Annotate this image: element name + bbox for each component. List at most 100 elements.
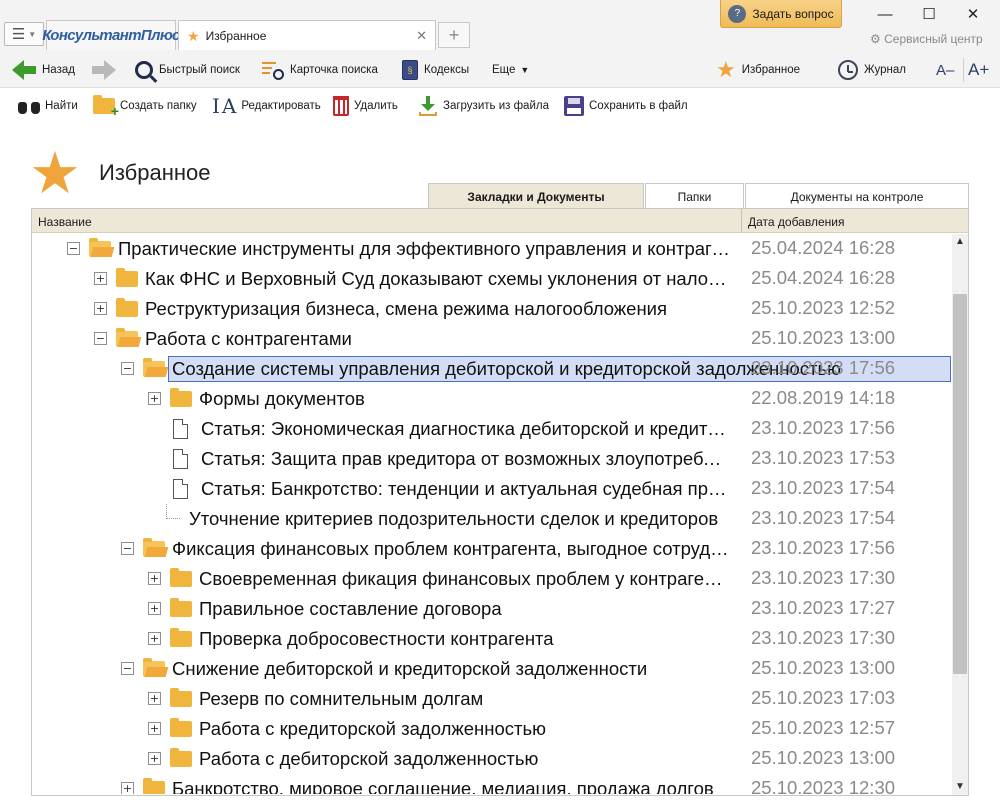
table-row[interactable]: − Снижение дебиторской и кредиторской зад… bbox=[32, 654, 952, 684]
table-row[interactable]: + Как ФНС и Верховный Суд доказывают схем… bbox=[32, 264, 952, 294]
table-row[interactable]: Статья: Экономическая диагностика дебито… bbox=[32, 414, 952, 444]
scroll-down-icon[interactable]: ▼ bbox=[952, 779, 968, 795]
collapse-icon[interactable]: − bbox=[121, 662, 134, 675]
tab-documents-on-control[interactable]: Документы на контроле bbox=[745, 183, 969, 210]
row-name[interactable]: Формы документов bbox=[195, 386, 736, 412]
row-name[interactable]: Правильное составление договора bbox=[195, 596, 736, 622]
table-row[interactable]: − Фиксация финансовых проблем контрагента… bbox=[32, 534, 952, 564]
collapse-icon[interactable]: − bbox=[67, 242, 80, 255]
font-decrease-button[interactable]: A– bbox=[936, 58, 954, 82]
collapse-icon[interactable]: − bbox=[121, 542, 134, 555]
new-tab-button[interactable]: + bbox=[438, 22, 470, 48]
collapse-icon[interactable]: − bbox=[94, 332, 107, 345]
table-row[interactable]: Статья: Банкротство: тенденции и актуаль… bbox=[32, 474, 952, 504]
create-folder-button[interactable]: + Создать папку bbox=[93, 94, 197, 118]
row-date: 25.10.2023 12:52 bbox=[751, 297, 896, 318]
action-toolbar: Найти + Создать папку I A Редактировать … bbox=[0, 88, 1000, 124]
expand-icon[interactable]: + bbox=[148, 572, 161, 585]
row-date: 25.04.2024 16:28 bbox=[751, 237, 896, 258]
row-name[interactable]: Работа с кредиторской задолженностью bbox=[195, 716, 736, 742]
table-row[interactable]: + Проверка добросовестности контрагента 23… bbox=[32, 624, 952, 654]
row-name[interactable]: Проверка добросовестности контрагента bbox=[195, 626, 736, 652]
row-name[interactable]: Статья: Банкротство: тенденции и актуаль… bbox=[197, 476, 736, 502]
forward-button[interactable] bbox=[92, 58, 122, 82]
load-from-file-button[interactable]: Загрузить из файла bbox=[418, 94, 549, 118]
document-icon bbox=[173, 419, 188, 439]
row-name[interactable]: Практические инструменты для эффективног… bbox=[114, 236, 736, 262]
table-row[interactable]: − Практические инструменты для эффективно… bbox=[32, 234, 952, 264]
more-menu-button[interactable]: Еще ▼ bbox=[492, 58, 529, 82]
caret-down-icon: ▼ bbox=[520, 65, 530, 75]
table-row[interactable]: + Работа с кредиторской задолженностью 25.… bbox=[32, 714, 952, 744]
divider bbox=[963, 58, 964, 82]
table-row[interactable]: Статья: Защита прав кредитора от возможн… bbox=[32, 444, 952, 474]
expand-icon[interactable]: + bbox=[121, 782, 134, 794]
row-date: 25.10.2023 13:00 bbox=[751, 327, 896, 348]
service-center-link[interactable]: ⚙ Сервисный центр bbox=[870, 32, 983, 46]
expand-icon[interactable]: + bbox=[94, 302, 107, 315]
scroll-up-icon[interactable]: ▲ bbox=[952, 234, 968, 250]
journal-button[interactable]: Журнал bbox=[838, 58, 906, 82]
codes-button[interactable]: § Кодексы bbox=[402, 58, 469, 82]
quick-search-button[interactable]: Быстрый поиск bbox=[135, 58, 240, 82]
expand-icon[interactable]: + bbox=[148, 722, 161, 735]
expand-icon[interactable]: + bbox=[148, 602, 161, 615]
vertical-scrollbar[interactable]: ▲ ▼ bbox=[952, 234, 968, 795]
expand-icon[interactable]: + bbox=[148, 392, 161, 405]
row-name[interactable]: Резерв по сомнительным долгам bbox=[195, 686, 736, 712]
tab-folders[interactable]: Папки bbox=[645, 183, 744, 210]
table-row[interactable]: + Правильное составление договора 23.10.20… bbox=[32, 594, 952, 624]
close-tab-icon[interactable]: ✕ bbox=[416, 28, 427, 44]
expand-icon[interactable]: + bbox=[148, 632, 161, 645]
favorites-button[interactable]: ★ Избранное bbox=[716, 57, 800, 82]
scroll-thumb[interactable] bbox=[953, 294, 967, 674]
table-row[interactable]: − Работа с контрагентами 25.10.2023 13:00 bbox=[32, 324, 952, 354]
column-divider[interactable] bbox=[741, 209, 742, 233]
table-row[interactable]: + Работа с дебиторской задолженностью 25.1… bbox=[32, 744, 952, 774]
expand-icon[interactable]: + bbox=[148, 752, 161, 765]
navigation-toolbar: Назад Быстрый поиск Карточка поиска § Ко… bbox=[0, 50, 1000, 88]
back-button[interactable]: Назад bbox=[12, 58, 75, 82]
row-name[interactable]: Фиксация финансовых проблем контрагента,… bbox=[168, 536, 736, 562]
row-name[interactable]: Реструктуризация бизнеса, смена режима н… bbox=[141, 296, 736, 322]
row-name[interactable]: Работа с контрагентами bbox=[141, 326, 736, 352]
font-increase-button[interactable]: A+ bbox=[968, 58, 989, 82]
tab-favorites-label: Избранное bbox=[205, 29, 267, 43]
row-name[interactable]: Статья: Защита прав кредитора от возможн… bbox=[197, 446, 736, 472]
row-name[interactable]: Снижение дебиторской и кредиторской задо… bbox=[168, 656, 736, 682]
find-button[interactable]: Найти bbox=[18, 94, 78, 118]
edit-button[interactable]: I A Редактировать bbox=[212, 94, 321, 118]
table-row[interactable]: + Формы документов 22.08.2019 14:18 bbox=[32, 384, 952, 414]
column-header-date[interactable]: Дата добавления bbox=[748, 215, 844, 229]
ask-question-button[interactable]: ? Задать вопрос bbox=[720, 0, 842, 28]
row-name[interactable]: Своевременная фикация финансовых проблем… bbox=[195, 566, 736, 592]
table-row[interactable]: + Своевременная фикация финансовых пробле… bbox=[32, 564, 952, 594]
delete-button[interactable]: Удалить bbox=[333, 94, 398, 118]
table-row[interactable]: + Банкротство, мировое соглашение, медиац… bbox=[32, 774, 952, 794]
table-row[interactable]: + Резерв по сомнительным долгам 25.10.2023… bbox=[32, 684, 952, 714]
row-name[interactable]: Банкротство, мировое соглашение, медиаци… bbox=[168, 776, 736, 794]
tab-bookmarks-documents[interactable]: Закладки и Документы bbox=[428, 183, 644, 210]
folder-open-icon bbox=[116, 328, 138, 347]
row-name[interactable]: Уточнение критериев подозрительности сде… bbox=[185, 506, 736, 532]
search-card-button[interactable]: Карточка поиска bbox=[262, 58, 378, 82]
save-to-file-button[interactable]: Сохранить в файл bbox=[564, 94, 688, 118]
expand-icon[interactable]: + bbox=[94, 272, 107, 285]
app-logo[interactable]: КонсультантПлюс bbox=[42, 20, 180, 50]
row-date: 23.10.2023 17:56 bbox=[751, 357, 896, 378]
collapse-icon[interactable]: − bbox=[121, 362, 134, 375]
minimize-button[interactable]: — bbox=[870, 4, 900, 24]
row-name[interactable]: Как ФНС и Верховный Суд доказывают схемы… bbox=[141, 266, 736, 292]
table-row[interactable]: Уточнение критериев подозрительности сде… bbox=[32, 504, 952, 534]
row-name[interactable]: Работа с дебиторской задолженностью bbox=[195, 746, 736, 772]
main-menu-button[interactable]: ☰ ▼ bbox=[4, 22, 44, 46]
table-row[interactable]: + Реструктуризация бизнеса, смена режима … bbox=[32, 294, 952, 324]
column-header-name[interactable]: Название bbox=[38, 215, 92, 229]
close-window-button[interactable]: ✕ bbox=[958, 4, 988, 24]
download-icon bbox=[418, 96, 438, 116]
expand-icon[interactable]: + bbox=[148, 692, 161, 705]
table-row[interactable]: − Создание системы управления дебиторской… bbox=[32, 354, 952, 384]
maximize-button[interactable]: ☐ bbox=[914, 4, 944, 24]
row-name[interactable]: Статья: Экономическая диагностика дебито… bbox=[197, 416, 736, 442]
tab-favorites[interactable]: ★ Избранное ✕ bbox=[178, 20, 436, 51]
